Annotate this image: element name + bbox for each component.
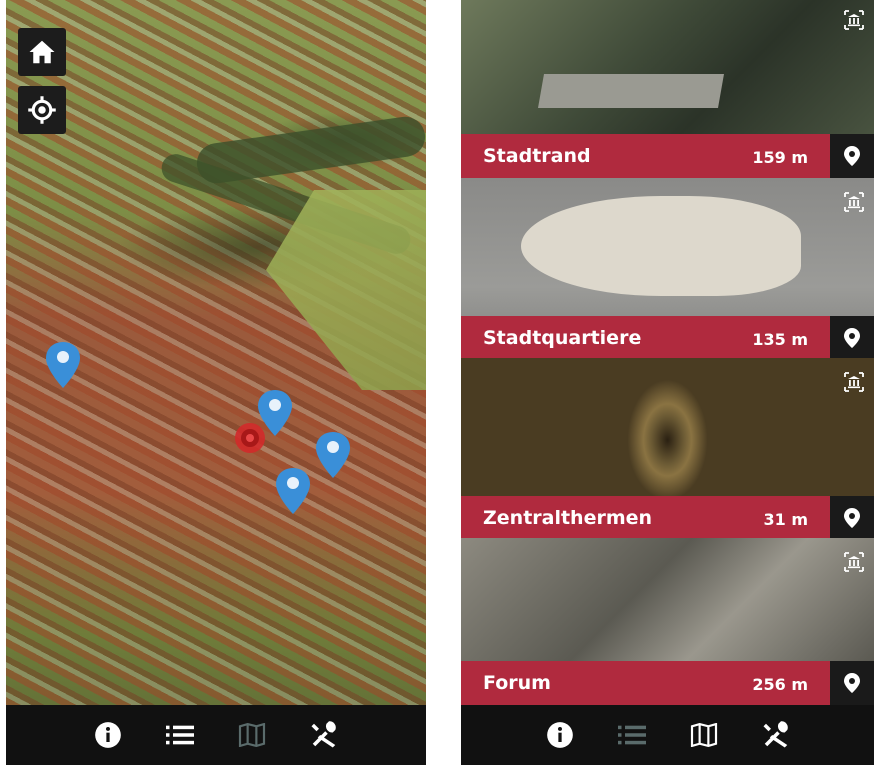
- crosshair-icon: [28, 96, 56, 124]
- museum-icon[interactable]: [842, 550, 866, 574]
- info-icon: [95, 722, 121, 748]
- map-icon: [238, 723, 266, 747]
- map-pin-icon: [844, 328, 860, 348]
- map-pin-icon: [844, 673, 860, 693]
- map-pin-blue[interactable]: [276, 468, 310, 514]
- map-pin-icon: [844, 146, 860, 166]
- info-icon: [546, 722, 573, 748]
- current-location-marker: [234, 422, 266, 454]
- list-item[interactable]: Stadtquartiere 135 m: [461, 178, 874, 360]
- map-pin-blue[interactable]: [316, 432, 350, 478]
- item-title: Zentralthermen: [483, 507, 653, 529]
- nav-tools[interactable]: [740, 705, 812, 765]
- item-title: Stadtrand: [483, 145, 591, 167]
- nav-list[interactable]: [596, 705, 668, 765]
- tools-icon: [311, 721, 336, 748]
- item-title: Stadtquartiere: [483, 327, 642, 349]
- item-label-bar: Zentralthermen 31 m: [461, 496, 874, 540]
- nav-map[interactable]: [216, 705, 288, 765]
- map-pin-icon: [46, 342, 80, 388]
- locate-on-map-button[interactable]: [830, 134, 874, 178]
- list-item[interactable]: Stadtrand 159 m: [461, 0, 874, 178]
- item-label-bar: Forum 256 m: [461, 661, 874, 705]
- item-distance: 256 m: [752, 675, 808, 694]
- bottom-nav: [6, 705, 426, 765]
- nav-tools[interactable]: [288, 705, 360, 765]
- locate-on-map-button[interactable]: [830, 316, 874, 360]
- list-icon: [617, 725, 646, 745]
- locate-on-map-button[interactable]: [830, 496, 874, 540]
- list-item[interactable]: Zentralthermen 31 m: [461, 358, 874, 540]
- map-pin-icon: [276, 468, 310, 514]
- list-icon: [166, 725, 194, 745]
- item-distance: 31 m: [763, 510, 808, 529]
- home-button[interactable]: [18, 28, 66, 76]
- locate-button[interactable]: [18, 86, 66, 134]
- home-icon: [29, 40, 55, 64]
- map-pin-blue[interactable]: [46, 342, 80, 388]
- item-distance: 159 m: [752, 148, 808, 167]
- map-icon: [690, 723, 717, 747]
- nav-info[interactable]: [72, 705, 144, 765]
- museum-icon[interactable]: [842, 8, 866, 32]
- nav-list[interactable]: [144, 705, 216, 765]
- list-item[interactable]: Forum 256 m: [461, 538, 874, 705]
- bottom-nav: [461, 705, 874, 765]
- item-title: Forum: [483, 672, 551, 694]
- nav-map[interactable]: [668, 705, 740, 765]
- map-screen: [6, 0, 426, 765]
- tools-icon: [763, 721, 788, 748]
- list-screen: Stadtrand 159 m Stadtquartiere 135 m Zen…: [461, 0, 874, 765]
- nav-info[interactable]: [524, 705, 596, 765]
- item-label-bar: Stadtquartiere 135 m: [461, 316, 874, 360]
- item-distance: 135 m: [752, 330, 808, 349]
- map-pin-icon: [316, 432, 350, 478]
- museum-icon[interactable]: [842, 190, 866, 214]
- item-label-bar: Stadtrand 159 m: [461, 134, 874, 178]
- museum-icon[interactable]: [842, 370, 866, 394]
- map-pin-icon: [844, 508, 860, 528]
- location-marker-icon: [235, 423, 265, 453]
- locate-on-map-button[interactable]: [830, 661, 874, 705]
